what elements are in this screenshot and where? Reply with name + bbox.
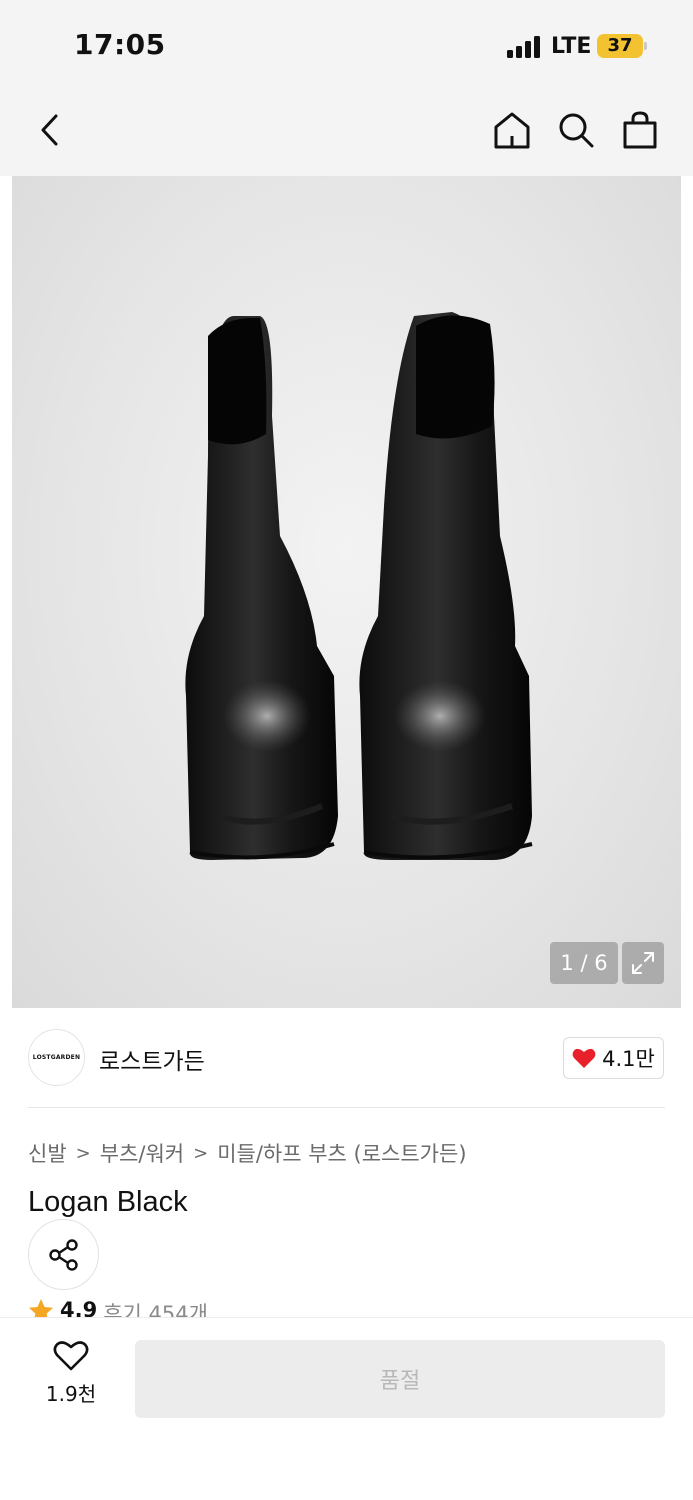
search-button[interactable] — [554, 108, 598, 152]
divider — [28, 1107, 665, 1108]
battery-tip — [644, 42, 647, 50]
network-type: LTE — [551, 34, 592, 59]
expand-icon — [632, 952, 654, 974]
left-boot — [185, 316, 338, 860]
home-icon — [494, 112, 530, 149]
breadcrumb: 신발 > 부츠/워커 > 미들/하프 부츠 (로스트가든) — [28, 1138, 467, 1168]
back-button[interactable] — [30, 108, 70, 152]
chevron-right-icon: > — [75, 1142, 91, 1164]
brand-like-button[interactable]: 4.1만 — [563, 1037, 664, 1079]
breadcrumb-item[interactable]: 부츠/워커 — [100, 1138, 184, 1168]
share-icon — [48, 1238, 78, 1271]
heart-outline-icon — [53, 1341, 89, 1371]
share-button[interactable] — [28, 1219, 99, 1290]
status-time: 17:05 — [74, 28, 166, 61]
search-icon — [559, 113, 594, 148]
heart-filled-icon — [572, 1048, 596, 1068]
battery-icon: 37 — [597, 34, 643, 58]
brand-like-count: 4.1만 — [602, 1047, 655, 1071]
expand-button[interactable] — [622, 942, 664, 984]
product-image[interactable]: 1 / 6 — [12, 176, 681, 1008]
right-boot — [359, 312, 533, 860]
brand-logo-text: LOSTGARDEN — [32, 1054, 81, 1061]
chevron-left-icon — [41, 114, 58, 146]
signal-icon — [507, 36, 543, 58]
product-title: Logan Black — [28, 1186, 188, 1218]
cart-button[interactable] — [618, 108, 662, 152]
image-page-counter: 1 / 6 — [550, 942, 618, 984]
wish-button[interactable]: 1.9천 — [28, 1340, 114, 1416]
brand-logo[interactable]: LOSTGARDEN — [28, 1029, 85, 1086]
breadcrumb-item[interactable]: 신발 — [28, 1138, 67, 1168]
brand-name[interactable]: 로스트가든 — [99, 1042, 205, 1076]
shopping-bag-icon — [623, 111, 657, 149]
boots-illustration — [185, 312, 533, 860]
breadcrumb-item[interactable]: 미들/하프 부츠 (로스트가든) — [217, 1138, 466, 1168]
wish-count: 1.9천 — [45, 1382, 97, 1406]
home-button[interactable] — [490, 108, 534, 152]
soldout-button: 품절 — [135, 1340, 665, 1418]
chevron-right-icon: > — [193, 1142, 209, 1164]
